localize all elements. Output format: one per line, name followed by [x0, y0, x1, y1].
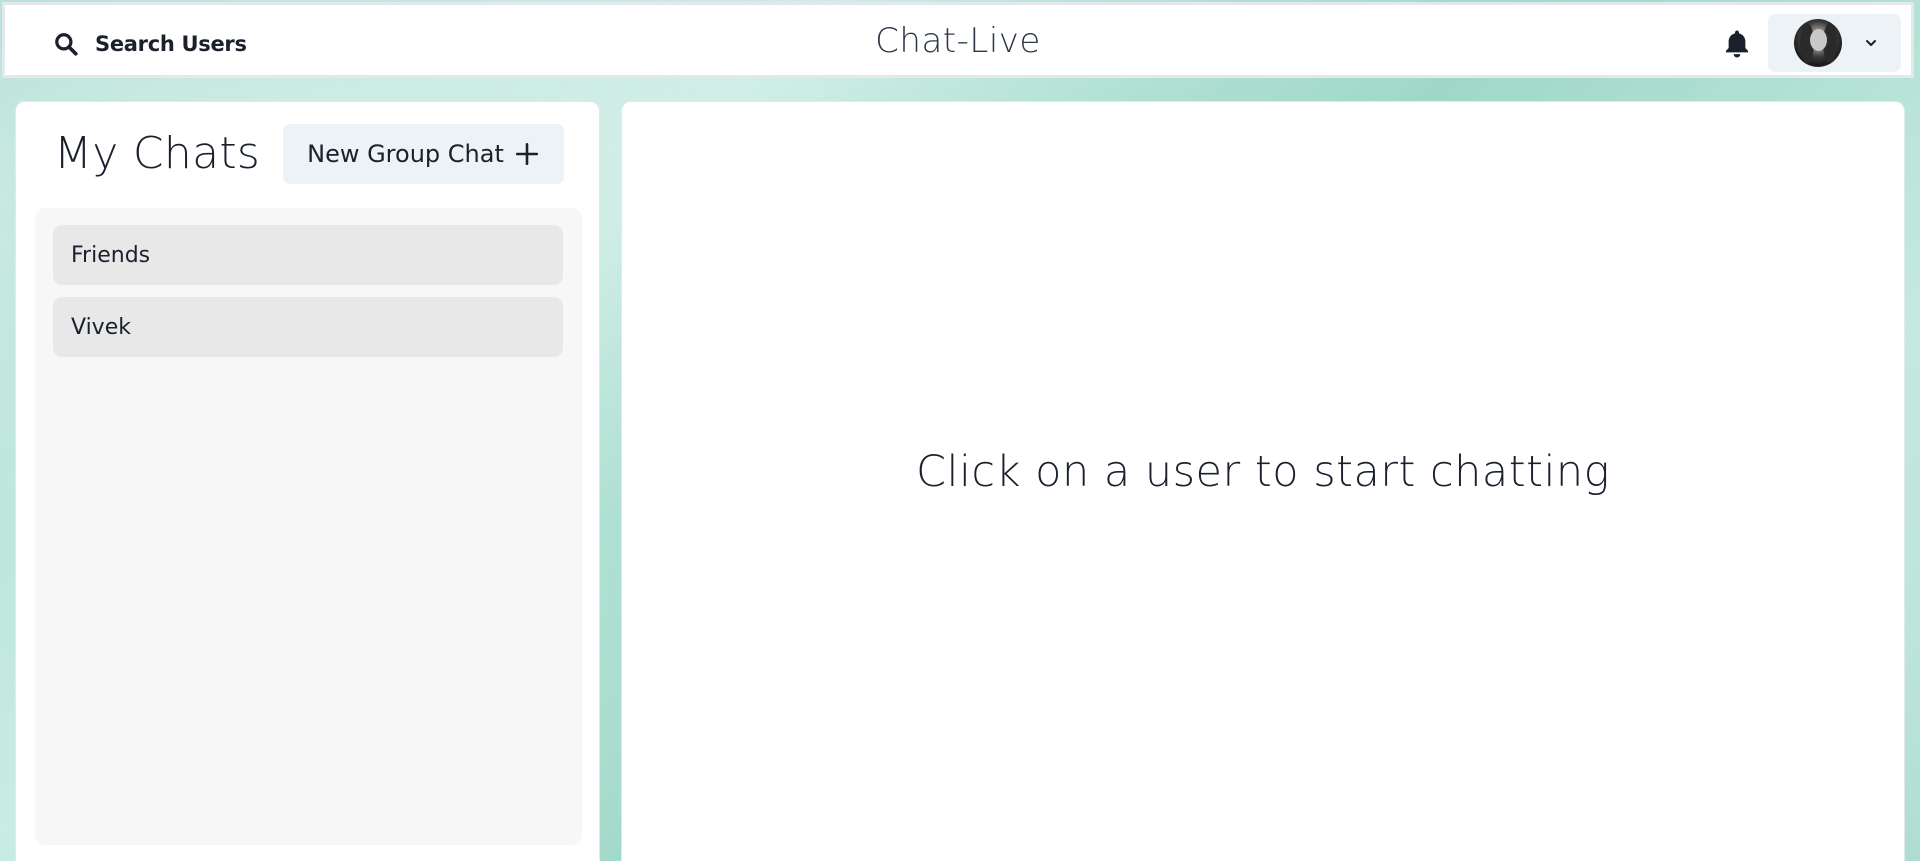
chat-item-label: Friends — [71, 242, 151, 268]
chat-item-friends[interactable]: Friends — [53, 225, 563, 285]
bell-icon[interactable] — [1722, 28, 1752, 60]
chat-list: Friends Vivek — [35, 208, 582, 845]
top-bar: Search Users Chat-Live — [2, 2, 1914, 78]
chat-item-label: Vivek — [71, 314, 131, 340]
plus-icon — [515, 142, 538, 166]
chevron-down-icon — [1866, 40, 1876, 46]
my-chats-panel: My Chats New Group Chat Friends Vivek — [15, 101, 600, 861]
profile-menu-button[interactable] — [1768, 14, 1901, 72]
my-chats-title: My Chats — [54, 128, 261, 179]
chat-item-vivek[interactable]: Vivek — [53, 297, 563, 357]
app-title: Chat-Live — [875, 21, 1041, 61]
chat-box-panel: Click on a user to start chatting — [621, 101, 1905, 861]
new-group-chat-button[interactable]: New Group Chat — [283, 124, 564, 184]
new-group-chat-label: New Group Chat — [307, 140, 504, 168]
avatar — [1794, 19, 1842, 67]
empty-chat-message: Click on a user to start chatting — [916, 447, 1610, 497]
